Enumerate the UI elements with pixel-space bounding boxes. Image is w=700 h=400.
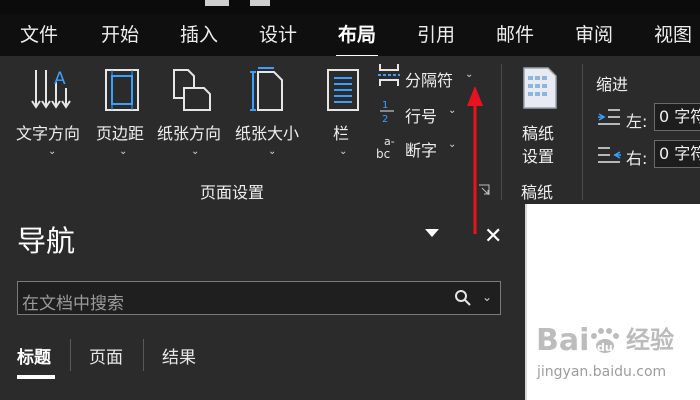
svg-text:bc: bc: [376, 147, 390, 160]
search-input[interactable]: 在文档中搜索 ⌄: [17, 281, 501, 315]
group-divider: [501, 64, 502, 200]
jingyan-text: 经验: [626, 326, 674, 354]
chevron-down-icon: ⌄: [48, 146, 57, 157]
breaks-icon: [378, 64, 400, 86]
ribbon-tabs: 文件 开始 插入 设计 布局 引用 邮件 审阅 视图: [0, 14, 700, 59]
tab-layout[interactable]: 布局: [338, 24, 376, 46]
chevron-down-icon: ⌄: [448, 105, 457, 116]
chevron-down-icon: ⌄: [268, 146, 277, 157]
orientation-icon: [173, 69, 211, 111]
chevron-down-icon: ⌄: [448, 139, 457, 150]
tab-view[interactable]: 视图: [654, 24, 692, 46]
tab-file[interactable]: 文件: [20, 24, 58, 46]
chevron-down-icon[interactable]: ⌄: [482, 290, 492, 304]
page-setup-group-label: 页面设置: [200, 183, 265, 202]
tab-review[interactable]: 审阅: [575, 24, 613, 46]
hyphenation-icon: a- bc: [376, 135, 395, 160]
tab-design[interactable]: 设计: [259, 24, 297, 46]
paper-size-icon: [250, 67, 283, 111]
margins-icon: [105, 69, 139, 111]
navigation-pane: 导航 ✕ 在文档中搜索 ⌄ 标题 页面 结果: [0, 204, 525, 400]
manuscript-label-line1: 稿纸: [522, 124, 555, 143]
chevron-down-icon: ⌄: [119, 146, 128, 157]
indent-title: 缩进: [596, 75, 629, 94]
watermark-url: jingyan.baidu.com: [537, 364, 667, 380]
nav-tab-headings[interactable]: 标题: [17, 343, 51, 368]
indent-right-field[interactable]: 0 字符: [654, 140, 700, 168]
line-numbers-icon: 1 2: [380, 100, 394, 124]
svg-text:A: A: [54, 69, 66, 89]
tab-insert[interactable]: 插入: [180, 24, 218, 46]
line-numbers-label: 行号: [405, 107, 438, 126]
size-label: 纸张大小: [235, 124, 300, 143]
close-icon[interactable]: ✕: [484, 224, 502, 249]
columns-label: 栏: [333, 124, 350, 143]
orientation-label: 纸张方向: [157, 124, 222, 143]
indent-left-icon: [598, 109, 620, 125]
tab-divider: [143, 339, 144, 371]
pane-options-dropdown-icon[interactable]: [425, 229, 439, 237]
baidu-logo: Bai du: [536, 323, 619, 358]
ribbon-panel: A 文字方向 ⌄ 页边距 ⌄ 纸张方向 ⌄ 纸张大小 ⌄ 栏 ⌄ 分隔符 ⌄ 1…: [0, 56, 700, 204]
svg-text:1: 1: [382, 100, 388, 111]
search-placeholder: 在文档中搜索: [22, 294, 124, 314]
manuscript-paper-icon: [523, 67, 557, 109]
hyphenation-label: 断字: [405, 141, 438, 160]
tab-mailings[interactable]: 邮件: [496, 24, 534, 46]
baidu-jingyan-watermark: Bai du 经验 jingyan.baidu.com: [536, 318, 700, 390]
text-direction-icon: A: [31, 69, 71, 109]
manuscript-group-label: 稿纸: [521, 183, 554, 202]
title-bar-fragment: [205, 0, 229, 6]
svg-text:du: du: [597, 341, 613, 354]
indent-left-field[interactable]: 0 字符: [654, 103, 700, 131]
navigation-pane-title: 导航: [17, 224, 76, 258]
text-direction-label: 文字方向: [16, 124, 81, 143]
tab-divider: [70, 339, 71, 371]
nav-tab-results[interactable]: 结果: [162, 343, 196, 368]
indent-right-label: 右:: [626, 149, 648, 168]
chevron-down-icon: ⌄: [191, 146, 200, 157]
document-border: [525, 204, 527, 400]
red-annotation-arrow: [467, 86, 483, 234]
tab-references[interactable]: 引用: [417, 24, 455, 46]
group-divider: [582, 64, 583, 200]
title-bar-fragment: [250, 0, 270, 6]
margins-label: 页边距: [96, 124, 145, 143]
chevron-down-icon: ⌄: [465, 69, 474, 80]
indent-right-icon: [598, 147, 621, 163]
tab-home[interactable]: 开始: [101, 24, 139, 46]
chevron-down-icon: ⌄: [339, 146, 348, 157]
title-bar-strip: [0, 0, 700, 14]
search-icon[interactable]: [454, 289, 472, 307]
columns-icon: [327, 69, 359, 111]
manuscript-label-line2: 设置: [522, 147, 555, 166]
svg-text:2: 2: [382, 114, 388, 124]
active-nav-tab-indicator: [17, 375, 55, 379]
nav-tab-pages[interactable]: 页面: [89, 343, 123, 368]
indent-left-label: 左:: [626, 112, 648, 131]
breaks-label: 分隔符: [405, 71, 454, 90]
svg-text:Bai: Bai: [536, 323, 589, 358]
